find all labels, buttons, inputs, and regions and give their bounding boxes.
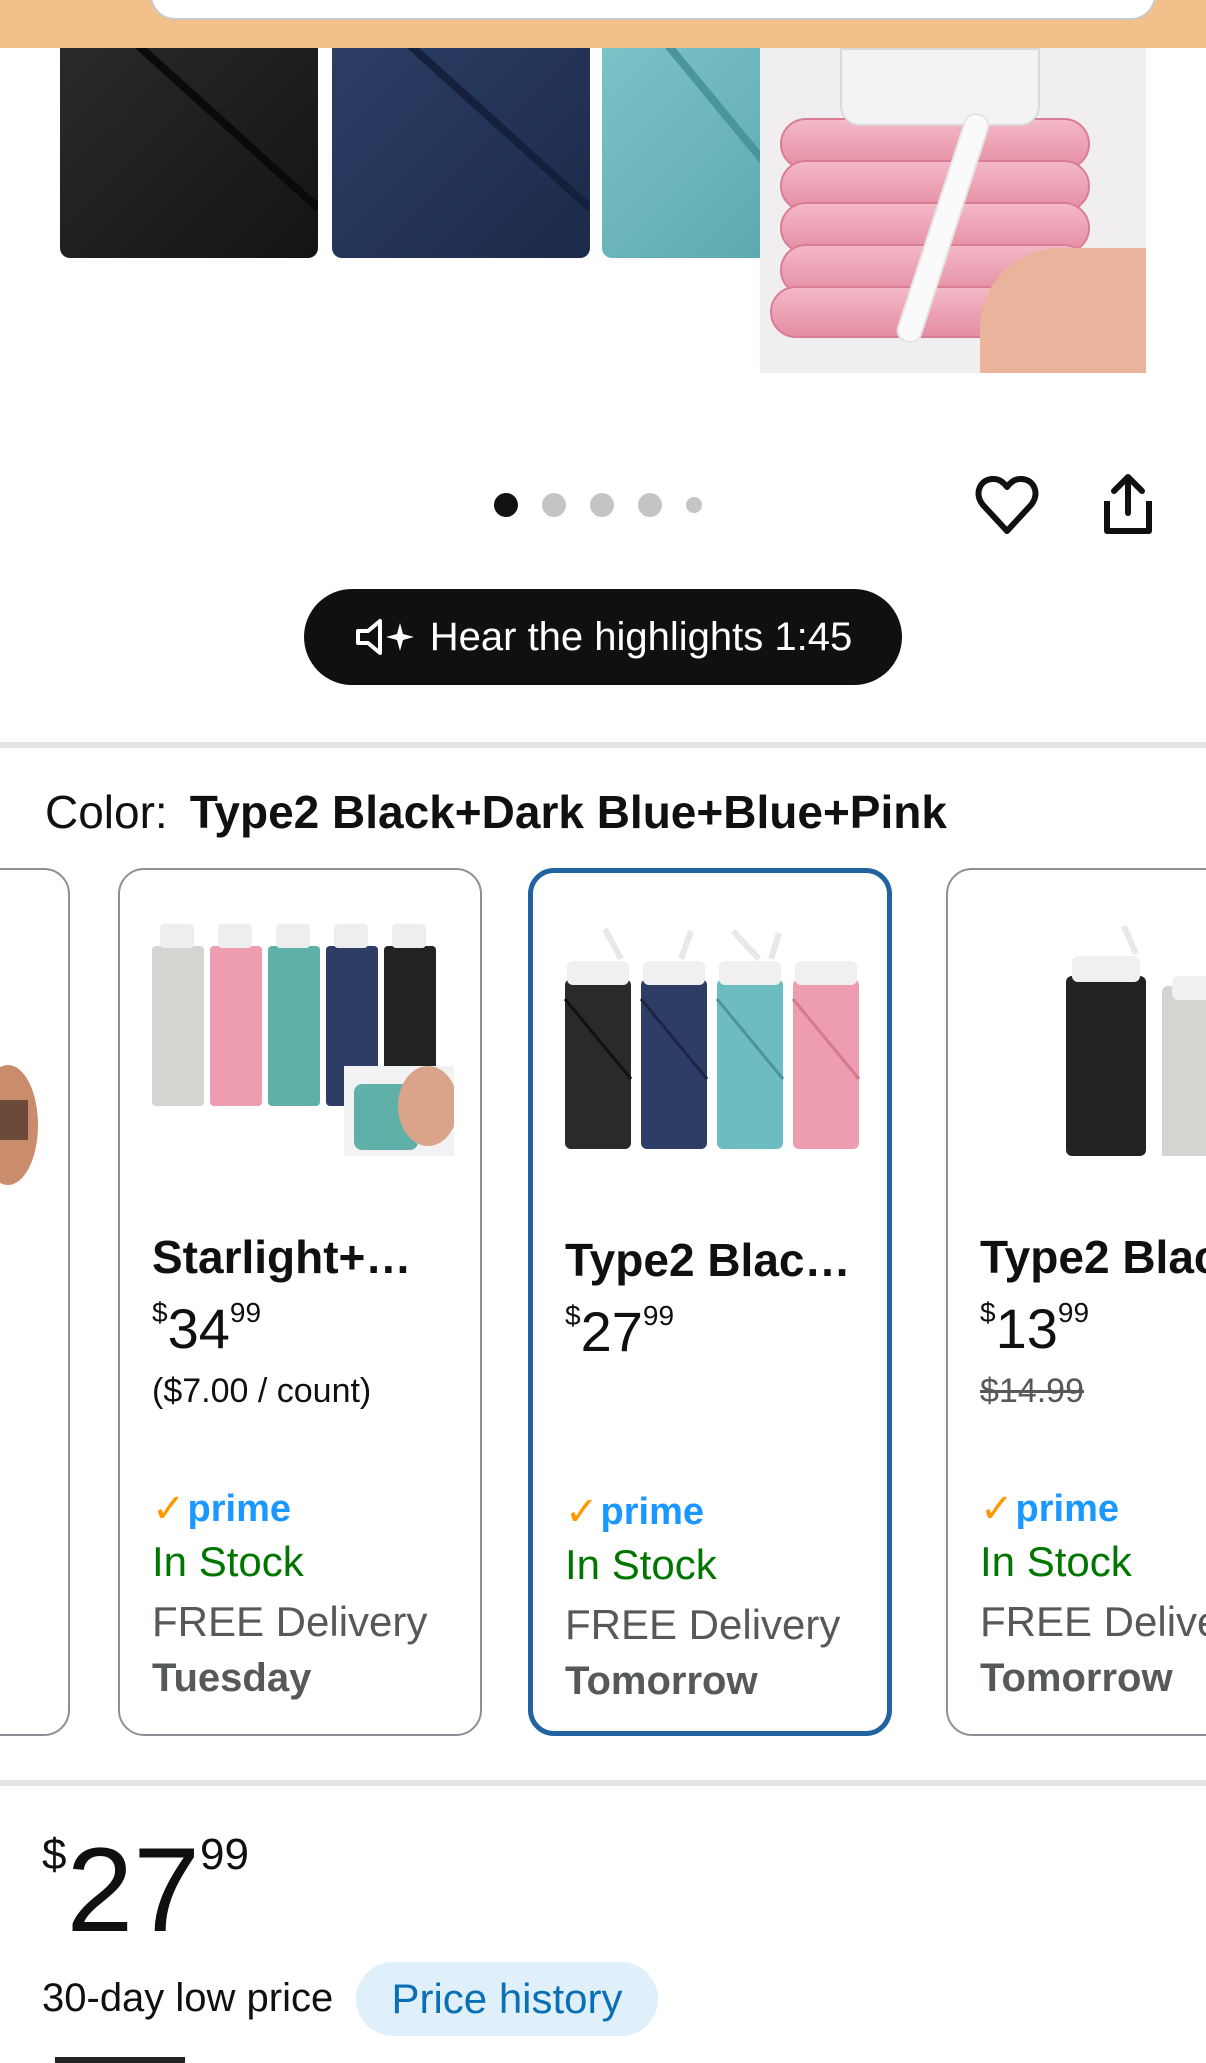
heart-icon (975, 476, 1039, 534)
stock-status: In Stock (152, 1538, 304, 1585)
section-divider (0, 742, 1206, 748)
pager-dot[interactable] (686, 497, 702, 513)
color-swatch-selected[interactable]: Type2 Blac… $2799 ✓ prime In Stock FREE D… (528, 868, 892, 1736)
pager-dot[interactable] (494, 493, 518, 517)
hear-highlights-button[interactable]: Hear the highlights 1:45 (304, 589, 902, 685)
swatch-thumbnail (1066, 924, 1206, 1156)
color-selection: Color: Type2 Black+Dark Blue+Blue+Pink (45, 785, 947, 839)
price-cents: 99 (1057, 1297, 1090, 1328)
delivery-label: FREE Delivery (152, 1598, 428, 1645)
price-whole: 13 (995, 1297, 1058, 1360)
search-bar[interactable] (150, 0, 1156, 20)
product-image[interactable] (0, 48, 1206, 408)
prime-badge: ✓ prime (565, 1489, 704, 1535)
color-swatch[interactable] (0, 868, 70, 1736)
delivery-day: Tomorrow (980, 1656, 1173, 1700)
check-icon: ✓ (565, 1490, 599, 1534)
bottle-pink-collapsed (760, 48, 1146, 373)
stock-status: In Stock (565, 1541, 717, 1588)
swatch-title: Type2 Blac (980, 1231, 1206, 1283)
main-price: $2799 (42, 1830, 249, 1950)
swatch-title: Starlight+… (152, 1231, 412, 1283)
list-price: $14.99 (980, 1372, 1084, 1410)
check-icon: ✓ (980, 1487, 1014, 1531)
swatch-thumbnail (563, 927, 861, 1149)
price-symbol: $ (152, 1297, 168, 1328)
swatch-title: Type2 Blac… (565, 1234, 851, 1286)
swatch-unit-price: ($7.00 / count) (152, 1372, 372, 1410)
bottle-black (60, 48, 318, 258)
swatch-price: $1399 (980, 1296, 1089, 1361)
prime-badge: ✓ prime (152, 1486, 291, 1532)
hear-highlights-label: Hear the highlights 1:45 (429, 614, 853, 659)
delivery-label: FREE Delivery (565, 1601, 841, 1648)
header-strip (0, 0, 1206, 48)
color-swatch[interactable]: Type2 Blac $1399 $14.99 ✓ prime In Stock … (946, 868, 1206, 1736)
delivery-day: Tomorrow (565, 1659, 758, 1703)
share-button[interactable] (1093, 470, 1163, 540)
check-icon: ✓ (152, 1487, 186, 1531)
color-swatch[interactable]: Starlight+… $3499 ($7.00 / count) ✓ prime… (118, 868, 482, 1736)
bottom-indicator (55, 2057, 185, 2063)
prime-badge: ✓ prime (980, 1486, 1119, 1532)
pager-dot[interactable] (590, 493, 614, 517)
delivery-label: FREE Deliver (980, 1598, 1206, 1645)
price-whole: 34 (167, 1297, 230, 1360)
wishlist-button[interactable] (972, 470, 1042, 540)
price-symbol: $ (42, 1830, 67, 1879)
thirty-day-low-label: 30-day low price (42, 1976, 334, 2020)
price-symbol: $ (980, 1297, 996, 1328)
swatch-thumbnail (152, 924, 454, 1156)
price-cents: 99 (199, 1830, 249, 1879)
swatch-price: $3499 (152, 1296, 261, 1361)
image-pager-dots[interactable] (494, 493, 702, 517)
delivery-day: Tuesday (152, 1656, 312, 1700)
price-cents: 99 (229, 1297, 262, 1328)
price-history-button[interactable]: Price history (356, 1962, 658, 2036)
prime-label: prime (187, 1487, 291, 1530)
price-whole: 27 (580, 1300, 643, 1363)
price-symbol: $ (565, 1300, 581, 1331)
section-divider (0, 1780, 1206, 1786)
price-whole: 27 (66, 1823, 200, 1957)
share-icon (1104, 474, 1152, 534)
price-cents: 99 (642, 1300, 675, 1331)
prime-label: prime (600, 1490, 704, 1533)
color-value: Type2 Black+Dark Blue+Blue+Pink (189, 786, 947, 838)
color-label: Color: (45, 786, 168, 838)
pager-dot[interactable] (542, 493, 566, 517)
bottle-dark-blue (332, 48, 590, 258)
stock-status: In Stock (980, 1538, 1132, 1585)
pager-dot[interactable] (638, 493, 662, 517)
prime-label: prime (1015, 1487, 1119, 1530)
color-swatch-carousel[interactable]: Starlight+… $3499 ($7.00 / count) ✓ prime… (0, 868, 1206, 1740)
swatch-price: $2799 (565, 1299, 674, 1364)
speaker-sparkle-icon (355, 619, 414, 655)
